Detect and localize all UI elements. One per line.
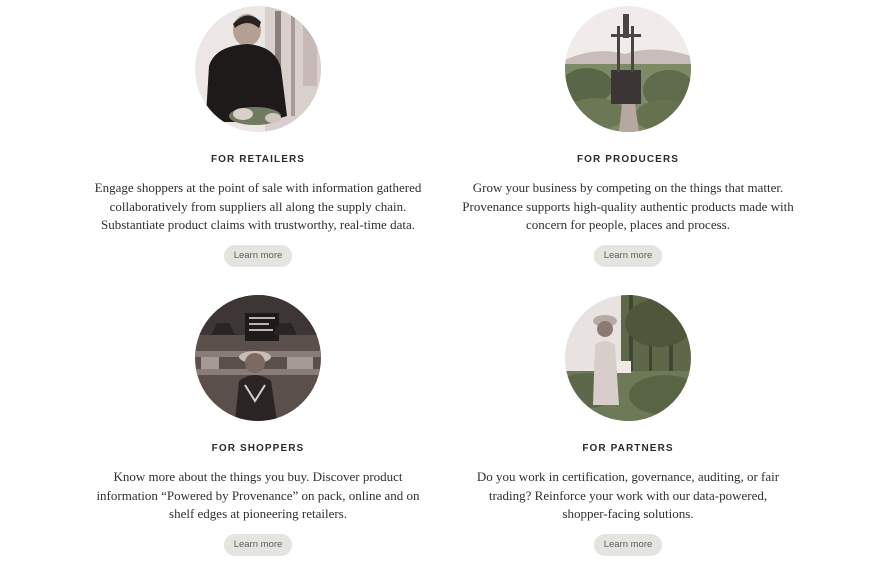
description-line: Engage shoppers at the point of sale wit… xyxy=(94,180,422,195)
description-line: information “Powered by Provenance” on p… xyxy=(96,487,420,503)
shopper-in-store-photo xyxy=(195,295,321,421)
shopkeeper-photo xyxy=(195,6,321,132)
learn-more-button[interactable]: Learn more xyxy=(593,245,663,267)
description-line: Substantiate product claims with trustwo… xyxy=(101,217,415,232)
description-line: concern for people, places and process. xyxy=(526,217,730,232)
card-partners: FOR PARTNERS Do you work in certificatio… xyxy=(438,295,818,556)
description-line: shopper-facing solutions. xyxy=(562,506,694,521)
card-heading: FOR RETAILERS xyxy=(210,154,306,165)
card-heading: FOR PRODUCERS xyxy=(576,154,680,165)
card-description: Grow your business by competing on the t… xyxy=(438,179,818,235)
card-description: Do you work in certification, governance… xyxy=(438,468,818,524)
description-line: Know more about the things you buy. Disc… xyxy=(113,469,403,484)
description-line: collaboratively from suppliers all along… xyxy=(109,198,407,214)
card-heading: FOR SHOPPERS xyxy=(211,443,305,454)
card-producers: FOR PRODUCERS Grow your business by comp… xyxy=(438,6,818,267)
learn-more-button[interactable]: Learn more xyxy=(223,534,293,556)
farm-tractor-photo xyxy=(565,6,691,132)
description-line: Provenance supports high-quality authent… xyxy=(462,198,794,214)
description-line: shelf edges at pioneering retailers. xyxy=(169,506,347,521)
card-description: Know more about the things you buy. Disc… xyxy=(68,468,448,524)
card-heading: FOR PARTNERS xyxy=(582,443,674,454)
card-shoppers: FOR SHOPPERS Know more about the things … xyxy=(68,295,448,556)
description-line: Grow your business by competing on the t… xyxy=(472,180,784,195)
description-line: trading? Reinforce your work with our da… xyxy=(488,487,768,503)
card-description: Engage shoppers at the point of sale wit… xyxy=(68,179,448,235)
learn-more-button[interactable]: Learn more xyxy=(223,245,293,267)
learn-more-button[interactable]: Learn more xyxy=(593,534,663,556)
tea-picker-photo xyxy=(565,295,691,421)
card-retailers: FOR RETAILERS Engage shoppers at the poi… xyxy=(68,6,448,267)
description-line: Do you work in certification, governance… xyxy=(476,469,780,484)
